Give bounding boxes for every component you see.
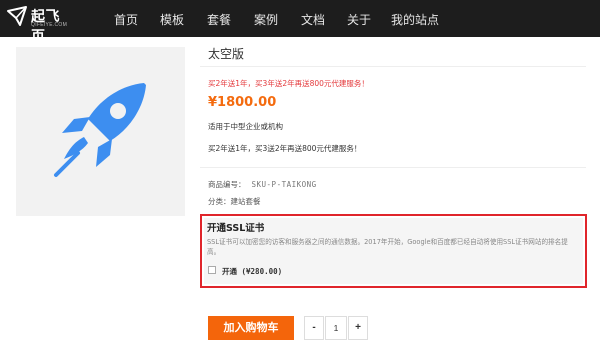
- nav-item-plans[interactable]: 套餐: [207, 11, 231, 28]
- nav-item-templates[interactable]: 模板: [160, 11, 184, 28]
- product-sku: 商品编号： SKU-P-TAIKONG: [208, 179, 317, 190]
- product-desc-2: 买2年送1年，买3送2年再送800元代建服务！: [208, 144, 362, 153]
- site-logo[interactable]: 起飞页 QIFEIYE.COM: [6, 5, 70, 45]
- promo-text: 买2年送1年，买3年送2年再送800元代建服务！: [208, 79, 369, 88]
- ssl-description: SSL证书可以加密您的访客和服务器之间的通信数据。2017年开始，Google和…: [207, 238, 568, 256]
- logo-icon: [7, 6, 27, 26]
- nav-item-about[interactable]: 关于: [347, 11, 371, 28]
- divider: [200, 66, 586, 67]
- product-image: [16, 47, 185, 216]
- quantity-decrease-button[interactable]: -: [304, 316, 324, 340]
- sku-label: 商品编号：: [208, 180, 246, 189]
- nav-item-home[interactable]: 首页: [114, 11, 138, 28]
- rocket-icon: [54, 83, 146, 177]
- product-title: 太空版: [208, 47, 245, 61]
- brand-sub: QIFEIYE.COM: [31, 22, 68, 28]
- nav-item-cases[interactable]: 案例: [254, 11, 278, 28]
- quantity-input[interactable]: 1: [325, 316, 347, 340]
- quantity-increase-button[interactable]: +: [348, 316, 368, 340]
- divider: [200, 167, 586, 168]
- product-desc-1: 适用于中型企业或机构: [208, 122, 283, 131]
- ssl-checkbox[interactable]: [208, 266, 216, 274]
- top-navbar: 起飞页 QIFEIYE.COM 首页 模板 套餐 案例 文档 关于 我的站点: [0, 0, 600, 45]
- product-price: ¥1800.00: [208, 95, 277, 110]
- ssl-option-label[interactable]: 开通 (¥280.00): [222, 266, 282, 277]
- nav-item-docs[interactable]: 文档: [301, 11, 325, 28]
- ssl-title: 开通SSL证书: [207, 223, 265, 234]
- add-to-cart-button[interactable]: 加入购物车: [208, 316, 294, 340]
- sku-value: SKU-P-TAIKONG: [251, 180, 317, 189]
- product-category: 分类：建站套餐: [208, 197, 261, 206]
- nav-item-my-sites[interactable]: 我的站点: [391, 11, 439, 28]
